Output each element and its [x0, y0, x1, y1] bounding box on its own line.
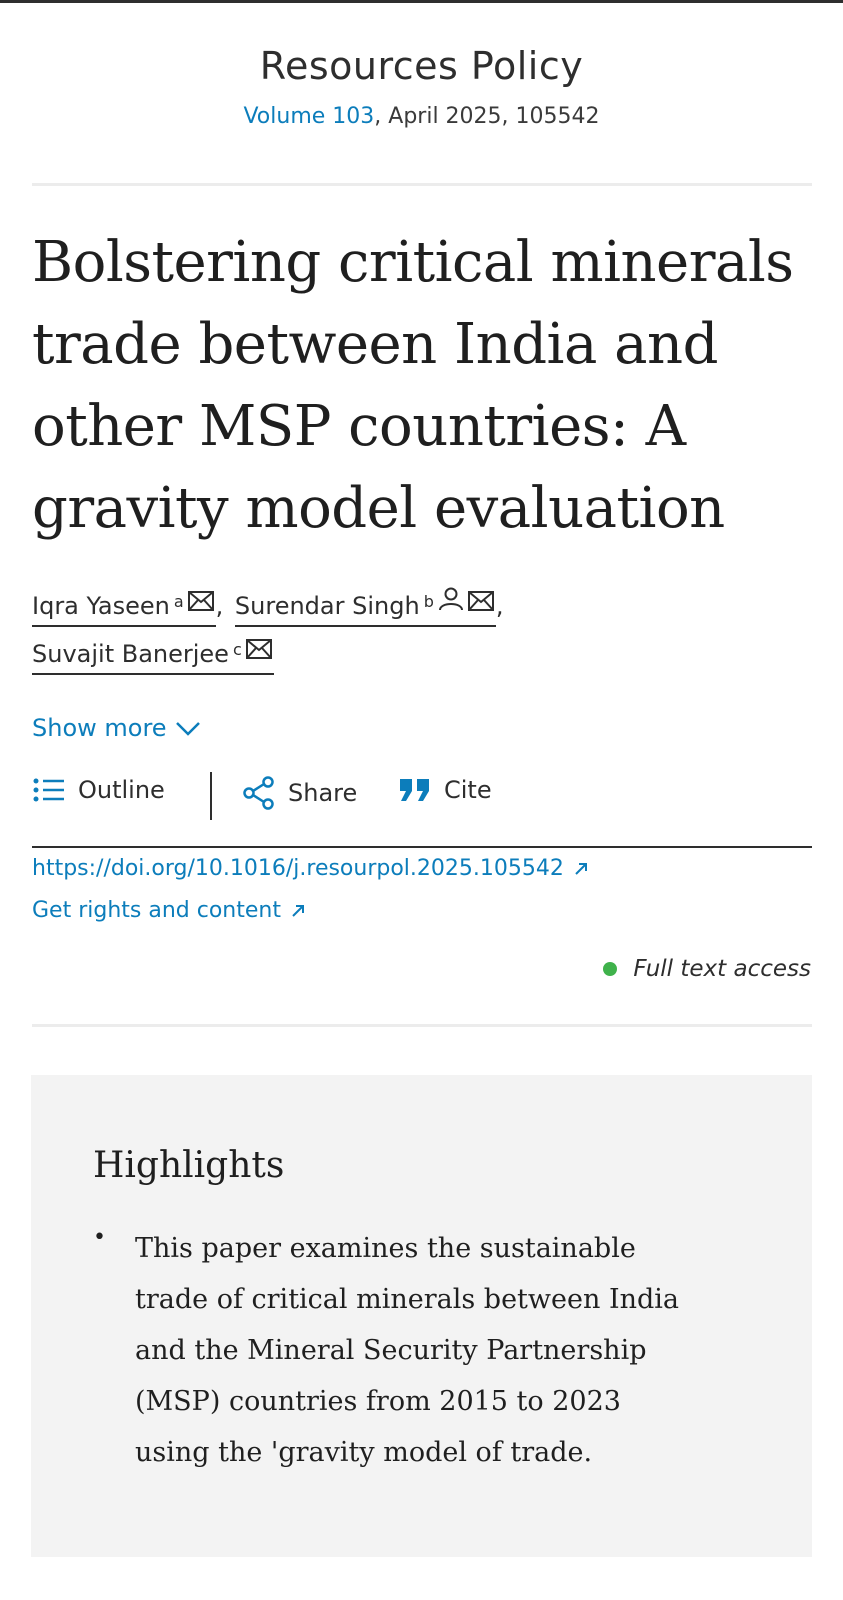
share-button[interactable]: Share [242, 776, 357, 810]
affiliation-sup: b [423, 592, 434, 611]
issue-info: Volume 103, April 2025, 105542 [0, 104, 843, 129]
access-dot-icon [603, 962, 618, 976]
share-label: Share [288, 779, 358, 807]
external-link-icon [575, 863, 587, 875]
author-link-singh[interactable]: Surendar Singh b [234, 585, 496, 627]
envelope-icon [187, 585, 214, 621]
external-link-icon [292, 905, 304, 917]
author-name: Suvajit Banerjee [32, 640, 229, 668]
list-icon [33, 778, 64, 802]
rights-text: Get rights and content [32, 898, 281, 923]
article-title: Bolstering critical minerals trade betwe… [32, 230, 794, 541]
doi-link[interactable]: https://doi.org/10.1016/j.resourpol.2025… [32, 856, 588, 881]
highlight-item: This paper examines the sustainable trad… [135, 1233, 680, 1468]
article-toolbar: Outline Share Cite [32, 768, 812, 848]
show-more-label: Show more [32, 714, 167, 742]
envelope-icon [245, 633, 272, 669]
author-link-banerjee[interactable]: Suvajit Banerjee c [32, 636, 274, 675]
author-link-yaseen[interactable]: Iqra Yaseen a [32, 588, 216, 627]
affiliation-sup: c [232, 640, 242, 659]
author-name: Iqra Yaseen [32, 592, 170, 620]
affiliation-sup: a [173, 592, 184, 611]
person-icon [438, 585, 464, 621]
access-label: Full text access [633, 956, 811, 982]
envelope-icon [467, 585, 494, 621]
volume-link[interactable]: Volume 103 [243, 104, 374, 129]
divider [32, 1024, 812, 1027]
cite-button[interactable]: Cite [398, 776, 492, 804]
toolbar-separator [210, 772, 212, 820]
rights-link[interactable]: Get rights and content [32, 898, 305, 923]
author-separator: , [495, 592, 504, 620]
journal-title[interactable]: Resources Policy [0, 44, 843, 88]
issue-details: , April 2025, 105542 [374, 104, 600, 129]
outline-button[interactable]: Outline [32, 776, 165, 804]
cite-label: Cite [444, 776, 492, 804]
show-more-button[interactable]: Show more [32, 714, 201, 742]
author-separator: , [215, 592, 224, 620]
highlights-section: Highlights • This paper examines the sus… [31, 1075, 812, 1557]
bullet-icon: • [93, 1225, 106, 1250]
author-list: Iqra Yaseen a, Surendar Singh b, Suvajit B… [32, 582, 822, 678]
outline-label: Outline [78, 776, 165, 804]
access-status: Full text access [603, 956, 811, 982]
divider [32, 183, 812, 186]
top-border [0, 0, 843, 3]
chevron-down-icon [175, 722, 200, 736]
doi-text: https://doi.org/10.1016/j.resourpol.2025… [32, 856, 564, 881]
highlights-heading: Highlights [93, 1145, 285, 1186]
author-name: Surendar Singh [234, 592, 420, 620]
share-icon [243, 776, 274, 810]
quote-icon [400, 779, 429, 801]
